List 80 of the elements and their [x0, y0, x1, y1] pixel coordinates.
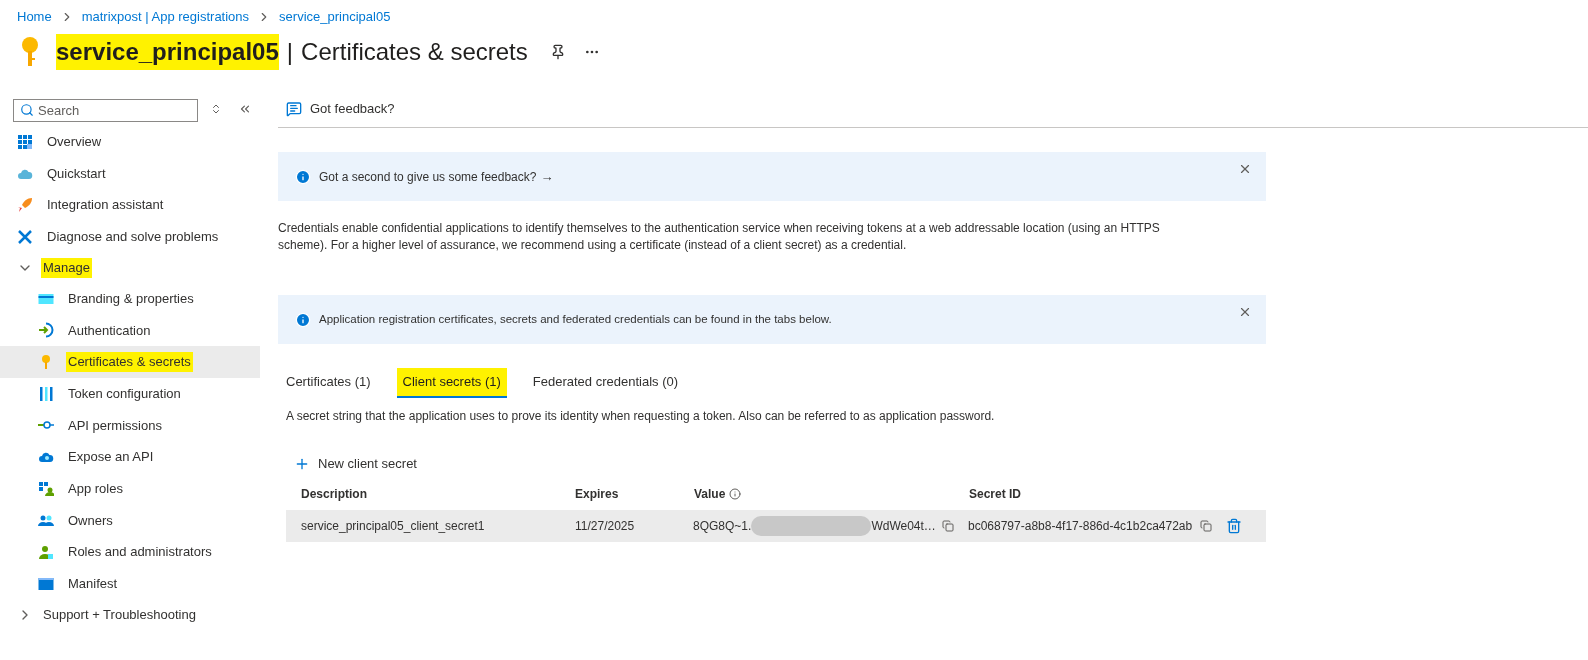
key-icon — [20, 36, 40, 68]
page-title: Certificates & secrets — [301, 37, 528, 67]
breadcrumb-link[interactable]: Home — [17, 7, 52, 27]
person-icon — [38, 544, 54, 561]
table-cell-text: 8QG8Q~1. — [693, 518, 752, 535]
table-cell-text: service_principal05_client_secret1 — [300, 518, 486, 535]
banner-text: Application registration certificates, secrets and federated credentials can be found in the tabs below. — [319, 311, 832, 327]
nav-label: Roles and administrators — [67, 543, 213, 562]
copy-icon[interactable] — [1200, 520, 1213, 532]
new-client-secret-button[interactable]: New client secret — [292, 452, 419, 476]
nav-label: Token configuration — [67, 384, 182, 403]
plus-icon — [294, 456, 310, 472]
nav-label: Branding & properties — [67, 289, 195, 308]
app-roles-icon — [38, 480, 54, 497]
feedback-icon — [286, 101, 302, 117]
nav-label: Diagnose and solve problems — [46, 228, 220, 247]
column-header: Expires — [575, 486, 620, 503]
table-cell-text: 11/27/2025 — [575, 518, 636, 535]
delete-icon[interactable] — [1226, 518, 1243, 534]
nav-item[interactable]: App roles — [0, 472, 260, 505]
nav-group[interactable]: Manage — [0, 252, 260, 283]
grid-icon — [17, 133, 33, 150]
nav-item[interactable]: Integration assistant — [0, 189, 260, 222]
feedback-button[interactable]: Got feedback? — [310, 99, 395, 119]
column-header: Description — [300, 486, 368, 503]
nav-item[interactable]: Expose an API — [0, 441, 260, 473]
column-header: Secret ID — [969, 486, 1022, 503]
tools-icon — [17, 228, 33, 245]
nav-item[interactable]: Manifest — [0, 567, 260, 600]
close-icon[interactable] — [1238, 305, 1252, 319]
intro-paragraph: Credentials enable confidential applications to identify themselves to the authentication service when receiving tokens at a web addressable location (using an HTTPS scheme). For a higher level of assurance, we recommend using a certificate (instead of a client secret) as a credential. — [278, 220, 1161, 254]
nav-label: Authentication — [67, 321, 152, 340]
table-cell-text: bc068797-a8b8-4f17-886d-4c1b2ca472ab — [968, 518, 1193, 535]
nav-item[interactable]: Owners — [0, 504, 260, 537]
title-separator: | — [286, 37, 294, 67]
nav-label: Overview — [46, 133, 103, 152]
nav-item[interactable]: Roles and administrators — [0, 536, 260, 568]
page-title-name: service_principal05 — [56, 34, 279, 70]
column-header: Value — [694, 486, 726, 503]
nav-item[interactable]: Diagnose and solve problems — [0, 221, 260, 253]
banner-text: Got a second to give us some feedback? — [319, 168, 537, 186]
nav-label: Owners — [67, 511, 114, 530]
arrow-icon: → — [540, 166, 554, 187]
nav-item[interactable]: Token configuration — [0, 377, 260, 410]
nav-group-label: Support + Troubleshooting — [42, 605, 197, 624]
search-icon — [20, 102, 34, 117]
collapse-icon[interactable] — [238, 102, 252, 116]
breadcrumb-link[interactable]: matrixpost | App registrations — [81, 7, 250, 27]
tab-description: A secret string that the application uses to prove its identity when requesting a token. Also can be referred to as application password. — [285, 408, 996, 425]
info-icon — [295, 168, 311, 185]
sort-icon[interactable] — [210, 103, 222, 115]
manifest-icon — [38, 575, 54, 592]
nav-label: App roles — [67, 479, 124, 498]
nav-item[interactable]: Branding & properties — [0, 282, 260, 315]
nav-label: Quickstart — [46, 164, 107, 183]
nav-group[interactable]: Support + Troubleshooting — [0, 599, 260, 630]
nav-label: Expose an API — [67, 448, 155, 467]
nav-label: Integration assistant — [46, 196, 165, 215]
table-cell-text: WdWe04t… — [871, 518, 936, 535]
rocket-icon — [17, 197, 33, 214]
nav-item[interactable]: Authentication — [0, 314, 260, 347]
close-icon[interactable] — [1238, 162, 1252, 176]
copy-icon[interactable] — [941, 520, 954, 532]
info-icon — [729, 488, 742, 500]
bars-icon — [38, 385, 54, 402]
search-field[interactable]: Search — [13, 98, 198, 122]
info-icon — [295, 311, 311, 328]
tab[interactable]: Certificates (1) — [280, 368, 377, 398]
nav-item[interactable]: Certificates & secrets — [0, 346, 260, 378]
breadcrumb-link[interactable]: service_principal05 — [279, 7, 391, 27]
tab[interactable]: Federated credentials (0) — [526, 368, 685, 398]
nav-item[interactable]: Quickstart — [0, 157, 260, 190]
nav-label: Certificates & secrets — [66, 352, 193, 372]
nav-item[interactable]: API permissions — [0, 409, 260, 442]
nav-item[interactable]: Overview — [0, 126, 260, 158]
sign-in-icon — [38, 322, 54, 339]
tab[interactable]: Client secrets (1) — [396, 368, 507, 398]
nav-label: API permissions — [67, 416, 163, 435]
nav-label: Manifest — [67, 575, 119, 594]
nav-group-label: Manage — [41, 258, 92, 278]
